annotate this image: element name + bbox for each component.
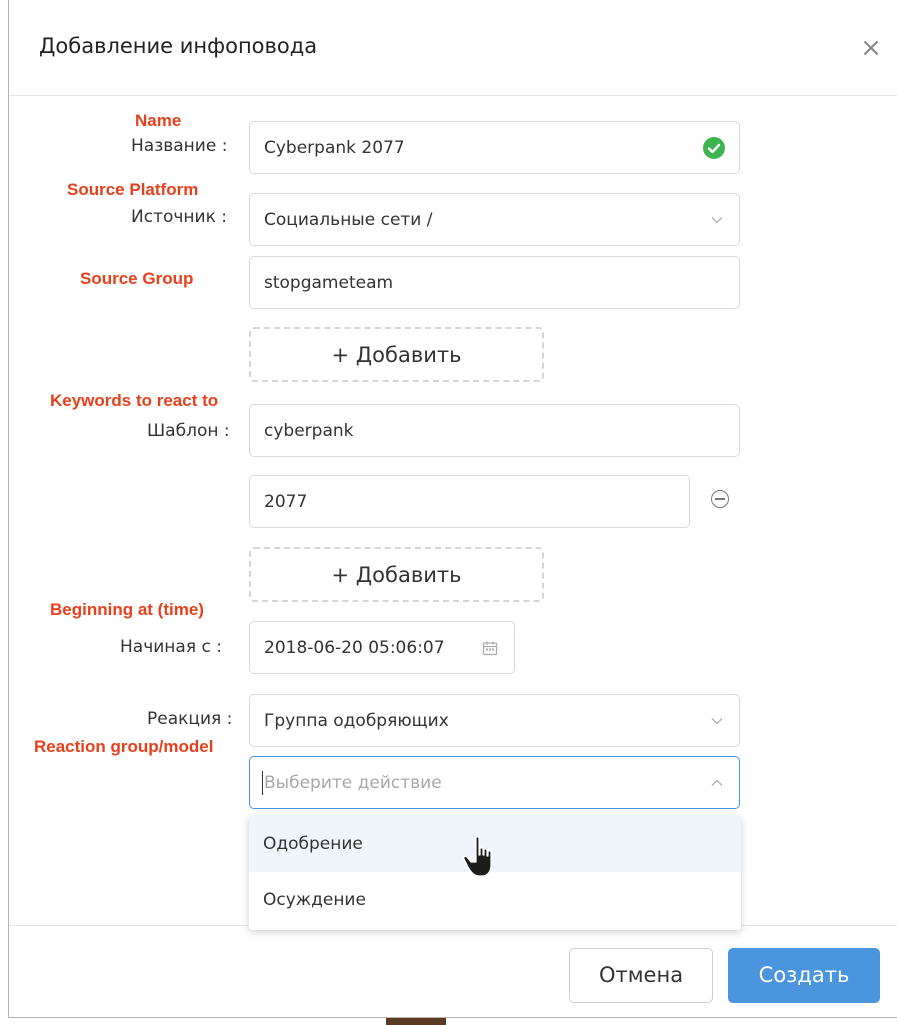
annotation-reaction: Reaction group/model <box>34 737 214 756</box>
annotation-source-group: Source Group <box>80 269 194 288</box>
calendar-icon <box>482 641 498 655</box>
add-template-button[interactable]: + Добавить <box>249 547 544 602</box>
reaction-select-value: Группа одобряющих <box>264 710 449 731</box>
template-input-2[interactable]: 2077 <box>249 475 690 528</box>
source-select-value: Социальные сети / <box>264 209 433 230</box>
annotation-name: Name <box>135 111 182 130</box>
source-select[interactable]: Социальные сети / <box>249 193 740 246</box>
dropdown-option-condemn[interactable]: Осуждение <box>249 872 741 928</box>
start-datetime-value: 2018-06-20 05:06:07 <box>264 637 445 658</box>
dialog-title: Добавление инфоповода <box>39 34 318 58</box>
background-fragment <box>386 1018 446 1025</box>
check-circle-icon <box>703 136 725 159</box>
cancel-button[interactable]: Отмена <box>569 948 713 1003</box>
chevron-down-icon <box>711 717 723 724</box>
template-value-2: 2077 <box>264 491 308 512</box>
source-group-value: stopgameteam <box>264 272 394 293</box>
hand-pointer-icon <box>463 836 492 877</box>
reaction-select[interactable]: Группа одобряющих <box>249 694 740 747</box>
redacted-area <box>500 206 610 234</box>
action-select[interactable]: Выберите действие <box>249 756 740 809</box>
action-select-placeholder: Выберите действие <box>264 772 442 793</box>
dialog-header: Добавление инфоповода × <box>9 0 897 96</box>
source-group-input[interactable]: stopgameteam <box>249 256 740 309</box>
name-label: Название : <box>131 136 228 156</box>
name-input-value: Cyberpank 2077 <box>264 137 405 158</box>
name-input[interactable]: Cyberpank 2077 <box>249 121 740 174</box>
start-label: Начиная с : <box>120 637 222 657</box>
template-input-1[interactable]: cyberpank <box>249 404 740 457</box>
annotation-beginning: Beginning at (time) <box>50 600 204 619</box>
annotation-keywords: Keywords to react to <box>50 391 219 410</box>
chevron-up-icon <box>711 779 723 786</box>
start-datetime-input[interactable]: 2018-06-20 05:06:07 <box>249 621 515 674</box>
annotation-source-platform: Source Platform <box>67 180 199 199</box>
text-caret <box>262 771 263 795</box>
template-label: Шаблон : <box>147 421 230 441</box>
close-icon[interactable]: × <box>857 34 885 62</box>
add-source-label: + Добавить <box>331 342 462 367</box>
create-button[interactable]: Создать <box>728 948 880 1003</box>
minus-circle-icon[interactable] <box>711 490 729 508</box>
reaction-label: Реакция : <box>147 709 233 729</box>
add-infopovod-dialog: Добавление инфоповода × Name Source Plat… <box>8 0 897 1018</box>
chevron-down-icon <box>711 216 723 223</box>
add-template-label: + Добавить <box>331 562 462 587</box>
source-label: Источник : <box>131 207 227 227</box>
add-source-button[interactable]: + Добавить <box>249 327 544 382</box>
template-value-1: cyberpank <box>264 420 354 441</box>
